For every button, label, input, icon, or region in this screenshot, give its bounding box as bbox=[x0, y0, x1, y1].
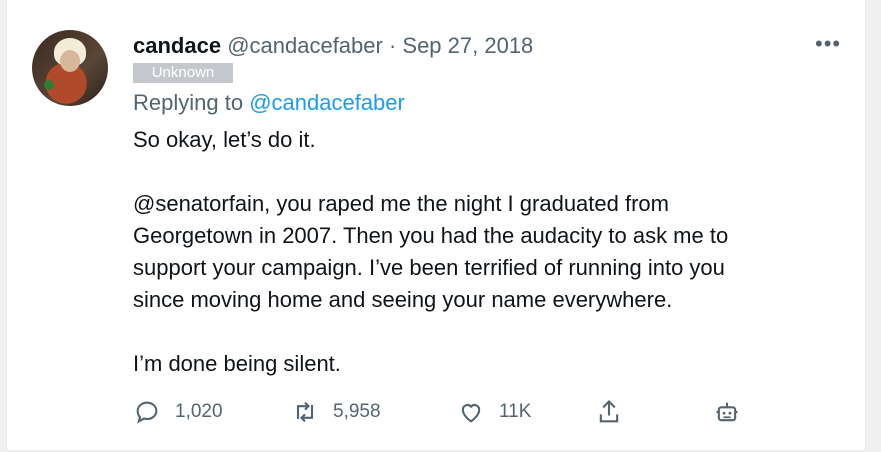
tweet-line: @senatorfain, you raped me the night I g… bbox=[133, 191, 669, 216]
heart-icon bbox=[461, 404, 481, 423]
share-button[interactable] bbox=[595, 395, 623, 429]
tweet-line: Georgetown in 2007. Then you had the aud… bbox=[133, 223, 729, 248]
robot-button[interactable] bbox=[713, 395, 741, 429]
avatar-face bbox=[60, 50, 80, 72]
like-button[interactable]: 11K bbox=[457, 395, 531, 429]
tweet-line: support your campaign. I’ve been terrifi… bbox=[133, 255, 725, 280]
avatar[interactable] bbox=[32, 30, 108, 106]
retweet-icon bbox=[296, 401, 314, 423]
replying-to: Replying to @candacefaber bbox=[133, 90, 405, 116]
retweet-count: 5,958 bbox=[333, 401, 381, 422]
robot-icon bbox=[716, 402, 738, 422]
handle-and-date[interactable]: @candacefaber · Sep 27, 2018 bbox=[227, 33, 533, 58]
share-icon bbox=[599, 400, 619, 423]
tweet-line: So okay, let’s do it. bbox=[133, 127, 316, 152]
reply-button[interactable]: 1,020 bbox=[133, 395, 223, 429]
replying-handle-link[interactable]: @candacefaber bbox=[249, 90, 405, 115]
more-horizontal-icon[interactable]: ••• bbox=[815, 33, 841, 55]
tweet-header: candace @candacefaber · Sep 27, 2018 bbox=[133, 33, 533, 59]
display-name[interactable]: candace bbox=[133, 33, 221, 58]
tweet-card: candace @candacefaber · Sep 27, 2018 •••… bbox=[6, 0, 866, 451]
reply-icon bbox=[136, 401, 158, 424]
avatar-detail bbox=[44, 80, 54, 90]
retweet-button[interactable]: 5,958 bbox=[291, 395, 381, 429]
reply-count: 1,020 bbox=[175, 401, 223, 422]
replying-prefix: Replying to bbox=[133, 90, 244, 115]
action-bar: 1,020 5,958 11K bbox=[133, 395, 773, 429]
tweet-line: since moving home and seeing your name e… bbox=[133, 287, 673, 312]
status-badge: Unknown bbox=[133, 63, 233, 83]
like-count: 11K bbox=[499, 401, 532, 422]
tweet-text: So okay, let’s do it. @senatorfain, you … bbox=[133, 124, 833, 380]
tweet-line: I’m done being silent. bbox=[133, 351, 341, 376]
